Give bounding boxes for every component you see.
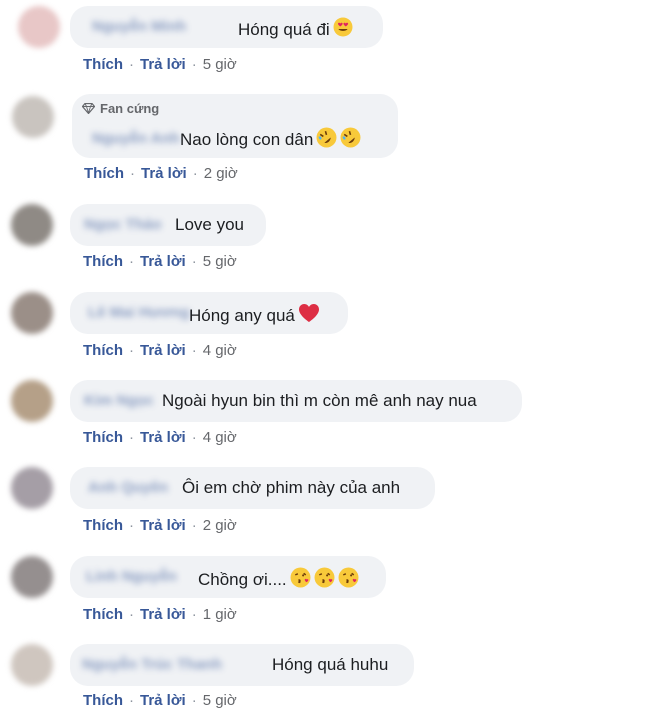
- separator-dot: ·: [191, 606, 197, 623]
- comment-text: Chồng ơi....: [198, 567, 359, 593]
- avatar[interactable]: [11, 204, 53, 246]
- separator-dot: ·: [129, 692, 134, 709]
- reply-link[interactable]: Trả lời: [140, 517, 186, 534]
- fan-badge: Fan cứng: [82, 101, 159, 116]
- kiss-emoji: [338, 567, 359, 593]
- timestamp[interactable]: 5 giờ: [203, 253, 237, 270]
- timestamp[interactable]: 4 giờ: [203, 429, 237, 446]
- comment-text-content: Hóng quá huhu: [272, 655, 389, 674]
- author-name[interactable]: Nguyễn Anh: [92, 130, 180, 147]
- reply-link[interactable]: Trả lời: [140, 342, 186, 359]
- comment-text: Love you: [175, 215, 244, 235]
- comment-bubble: Nguyễn Minh Hóng quá đi: [70, 6, 383, 48]
- comment-text-content: Chồng ơi....: [198, 570, 287, 589]
- comment-bubble: Nguyễn Trúc Thanh Hóng quá huhu: [70, 644, 414, 686]
- separator-dot: ·: [129, 517, 134, 534]
- rofl-emoji: [316, 127, 337, 153]
- separator-dot: ·: [129, 606, 134, 623]
- timestamp[interactable]: 1 giờ: [203, 606, 237, 623]
- like-link[interactable]: Thích: [83, 253, 123, 270]
- like-link[interactable]: Thích: [83, 606, 123, 623]
- separator-dot: ·: [191, 56, 197, 73]
- comment-actions: Thích · Trả lời · 5 giờ: [83, 56, 237, 73]
- separator-dot: ·: [129, 429, 134, 446]
- comment-text: Ngoài hyun bin thì m còn mê anh nay nua: [162, 391, 477, 411]
- comment-text-content: Hóng quá đi: [238, 19, 330, 39]
- timestamp[interactable]: 4 giờ: [203, 342, 237, 359]
- comment-bubble: Ngọc Thảo Love you: [70, 204, 266, 246]
- kiss-emoji: [290, 567, 311, 593]
- author-name[interactable]: Lê Mai Hương: [88, 304, 190, 321]
- avatar[interactable]: [11, 644, 53, 686]
- separator-dot: ·: [192, 165, 198, 182]
- comment-bubble: Anh Quyên Ôi em chờ phim này của anh: [70, 467, 435, 509]
- like-link[interactable]: Thích: [83, 692, 123, 709]
- separator-dot: ·: [129, 253, 134, 270]
- comment-actions: Thích · Trả lời · 4 giờ: [83, 342, 237, 359]
- badge-label: Fan cứng: [100, 101, 160, 116]
- comment-actions: Thích · Trả lời · 4 giờ: [83, 429, 237, 446]
- separator-dot: ·: [191, 429, 197, 446]
- avatar[interactable]: [11, 467, 53, 509]
- like-link[interactable]: Thích: [83, 56, 123, 73]
- comment-text-content: Ngoài hyun bin thì m còn mê anh nay nua: [162, 391, 477, 410]
- separator-dot: ·: [191, 253, 197, 270]
- like-link[interactable]: Thích: [83, 429, 123, 446]
- reply-link[interactable]: Trả lời: [140, 253, 186, 270]
- author-name[interactable]: Linh Nguyễn: [86, 568, 177, 585]
- heart-eyes-emoji: [333, 17, 353, 42]
- comment-bubble: Fan cứng Nguyễn Anh Nao lòng con dân: [72, 94, 398, 158]
- kiss-emoji: [314, 567, 335, 593]
- comment-bubble: Kim Ngọc Ngoài hyun bin thì m còn mê anh…: [70, 380, 522, 422]
- avatar[interactable]: [18, 6, 60, 48]
- reply-link[interactable]: Trả lời: [140, 56, 186, 73]
- comment-bubble: Linh Nguyễn Chồng ơi....: [70, 556, 386, 598]
- red-heart-emoji: [298, 303, 320, 328]
- comment-text: Ôi em chờ phim này của anh: [182, 478, 400, 498]
- reply-link[interactable]: Trả lời: [140, 429, 186, 446]
- comment-actions: Thích · Trả lời · 1 giờ: [83, 606, 237, 623]
- author-name[interactable]: Ngọc Thảo: [84, 216, 162, 233]
- avatar[interactable]: [11, 556, 53, 598]
- separator-dot: ·: [191, 342, 197, 359]
- like-link[interactable]: Thích: [83, 342, 123, 359]
- timestamp[interactable]: 5 giờ: [203, 56, 237, 73]
- separator-dot: ·: [129, 56, 134, 73]
- like-link[interactable]: Thích: [84, 165, 124, 182]
- comment-actions: Thích · Trả lời · 2 giờ: [84, 165, 238, 182]
- reply-link[interactable]: Trả lời: [141, 165, 187, 182]
- comment-actions: Thích · Trả lời · 2 giờ: [83, 517, 237, 534]
- comment-bubble: Lê Mai Hương Hóng any quá: [70, 292, 348, 334]
- timestamp[interactable]: 2 giờ: [204, 165, 238, 182]
- reply-link[interactable]: Trả lời: [140, 606, 186, 623]
- timestamp[interactable]: 5 giờ: [203, 692, 237, 709]
- comment-text: Hóng quá đi: [238, 17, 353, 42]
- diamond-icon: [82, 103, 95, 114]
- comment-text: Hóng quá huhu: [272, 655, 388, 675]
- comment-text-content: Love you: [175, 215, 244, 234]
- author-name[interactable]: Nguyễn Trúc Thanh: [82, 656, 222, 673]
- separator-dot: ·: [191, 692, 197, 709]
- separator-dot: ·: [130, 165, 135, 182]
- reply-link[interactable]: Trả lời: [140, 692, 186, 709]
- timestamp[interactable]: 2 giờ: [203, 517, 237, 534]
- comment-text: Hóng any quá: [189, 303, 320, 328]
- separator-dot: ·: [191, 517, 197, 534]
- comment-text-content: Hóng any quá: [189, 305, 295, 325]
- rofl-emoji: [340, 127, 361, 153]
- comment-text: Nao lòng con dân: [180, 127, 361, 153]
- author-name[interactable]: Anh Quyên: [88, 479, 168, 496]
- like-link[interactable]: Thích: [83, 517, 123, 534]
- comment-text-content: Ôi em chờ phim này của anh: [182, 478, 401, 497]
- comment-actions: Thích · Trả lời · 5 giờ: [83, 253, 237, 270]
- comment-actions: Thích · Trả lời · 5 giờ: [83, 692, 237, 709]
- avatar[interactable]: [12, 96, 54, 138]
- avatar[interactable]: [11, 292, 53, 334]
- author-name[interactable]: Kim Ngọc: [84, 392, 154, 409]
- comment-text-content: Nao lòng con dân: [180, 130, 314, 149]
- avatar[interactable]: [11, 380, 53, 422]
- separator-dot: ·: [129, 342, 134, 359]
- author-name[interactable]: Nguyễn Minh: [92, 18, 186, 35]
